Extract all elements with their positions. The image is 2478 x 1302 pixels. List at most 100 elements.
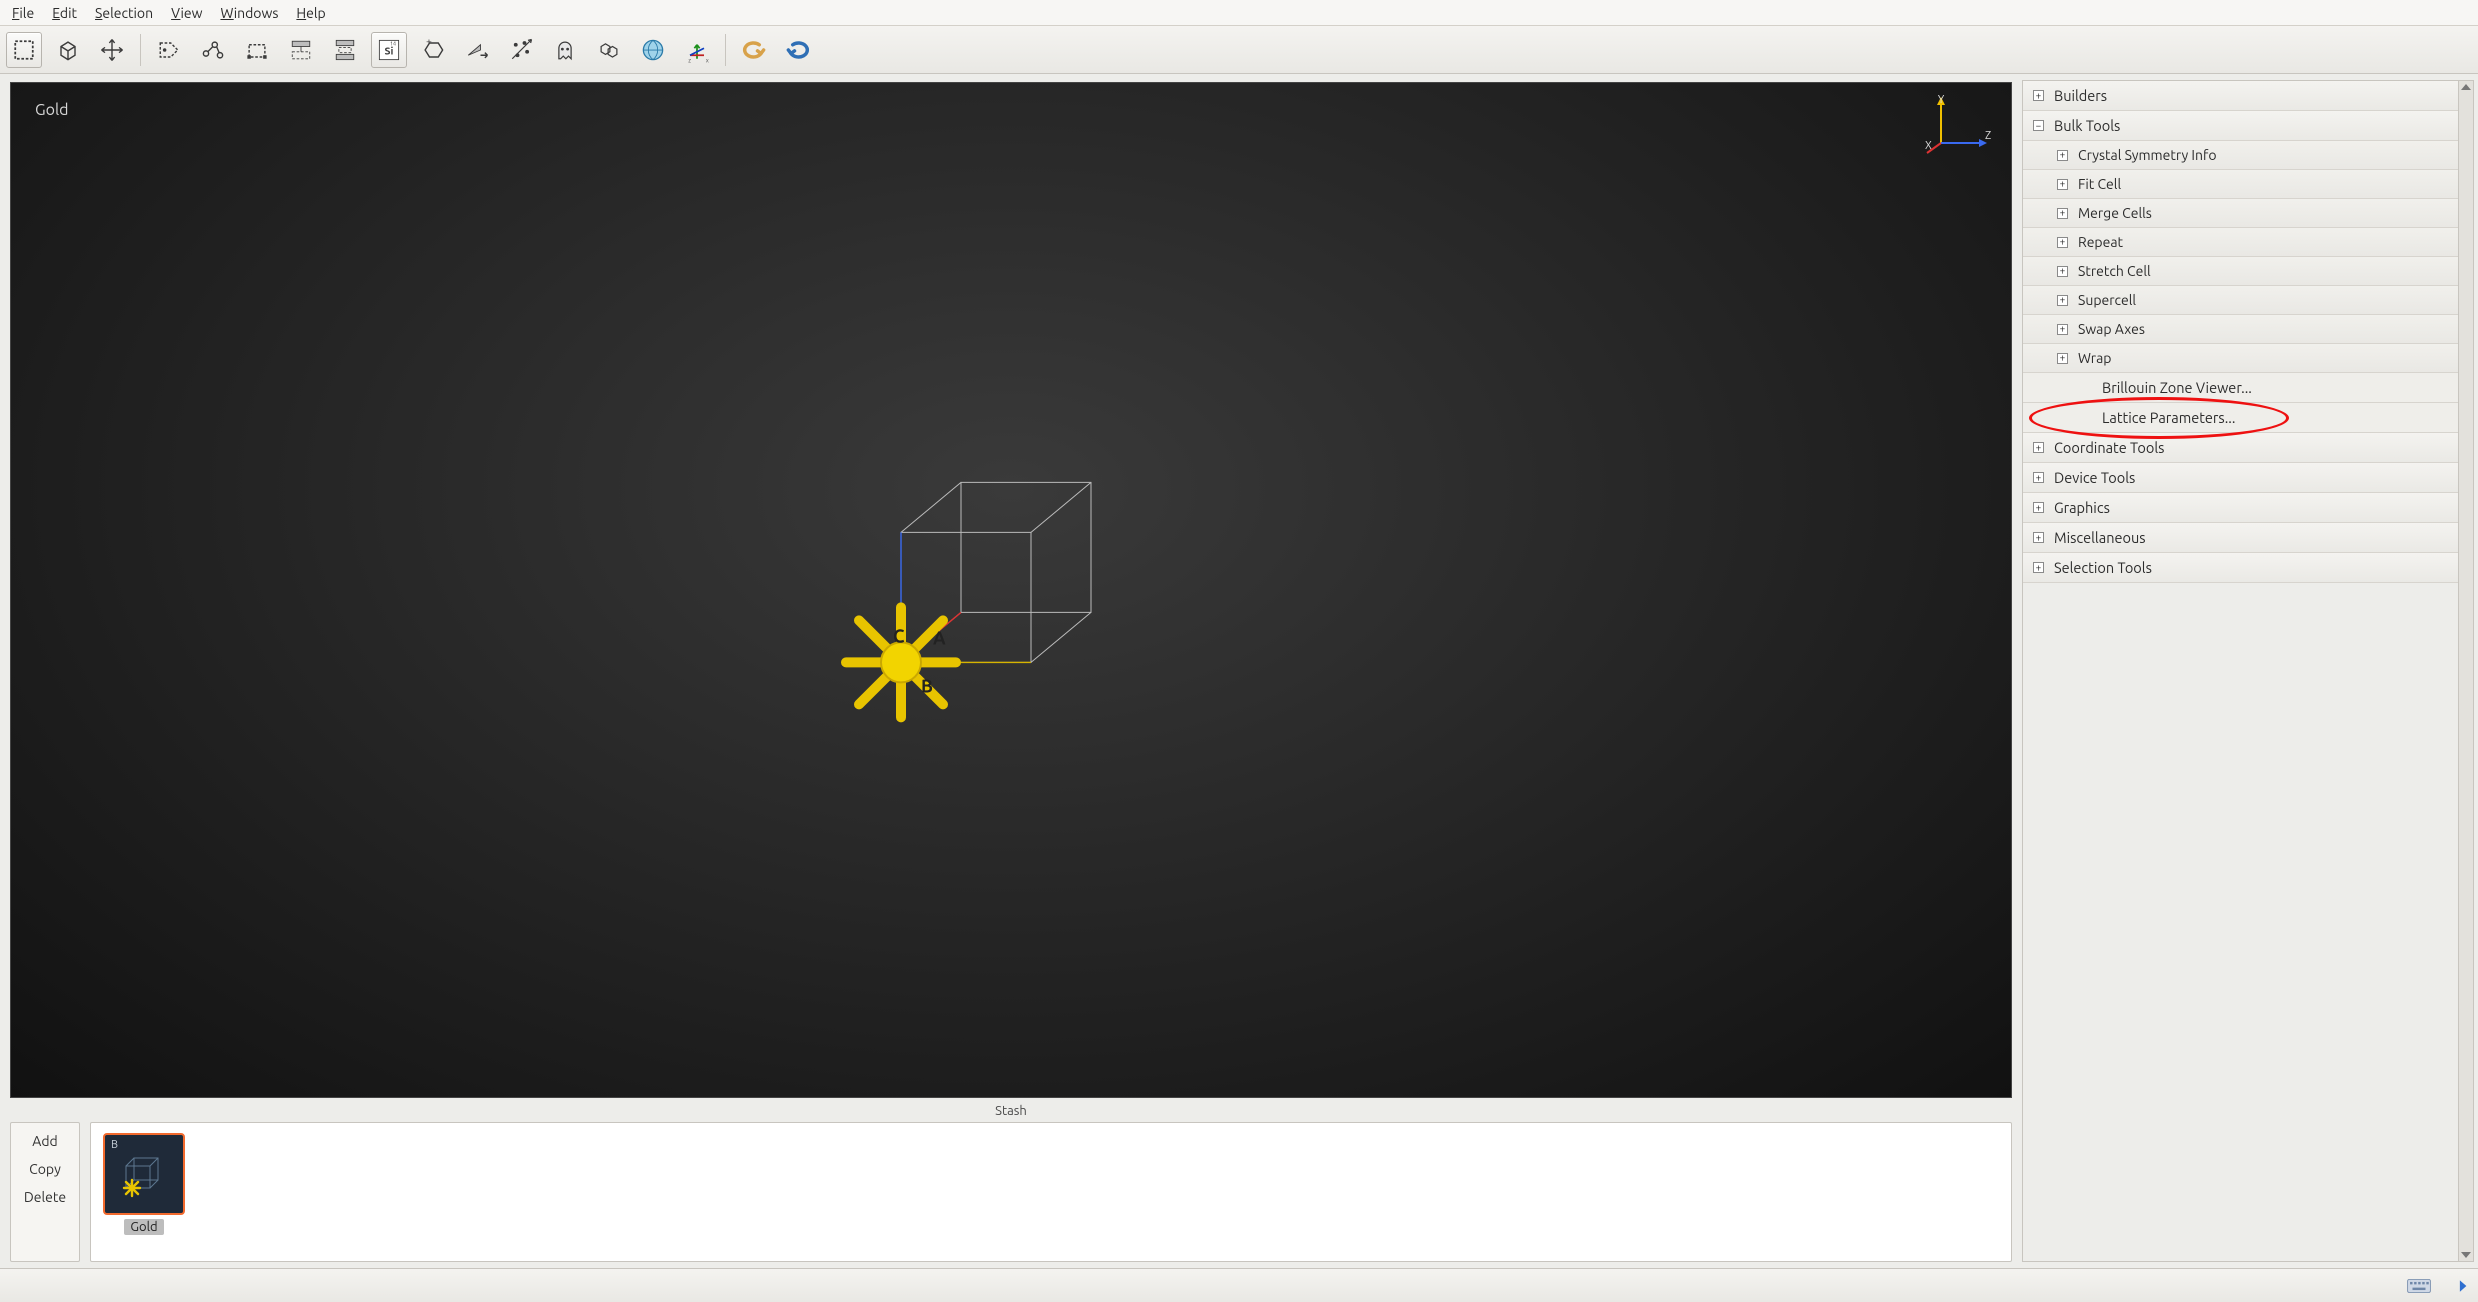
section-label: Coordinate Tools (2054, 439, 2164, 456)
menu-windows[interactable]: Windows (220, 5, 278, 21)
expand-icon[interactable]: + (2033, 532, 2044, 543)
sub-fit-cell[interactable]: + Fit Cell (2023, 170, 2458, 199)
stash-delete-button[interactable]: Delete (24, 1189, 66, 1205)
side-panel: + Builders − Bulk Tools + Crystal Symmet… (2022, 80, 2474, 1262)
section-builders[interactable]: + Builders (2023, 81, 2458, 111)
axis-gizmo: Y Z X (1921, 93, 1991, 163)
svg-text:B: B (921, 676, 933, 696)
globe-blue-button[interactable] (635, 32, 671, 68)
bond-graph-button[interactable] (195, 32, 231, 68)
expand-icon[interactable]: + (2057, 150, 2068, 161)
expand-icon[interactable]: + (2057, 237, 2068, 248)
surface-top-button[interactable] (283, 32, 319, 68)
statusbar (0, 1268, 2478, 1302)
expand-icon[interactable]: + (2057, 179, 2068, 190)
side-panel-scrollbar[interactable] (2458, 81, 2473, 1261)
crop-bounds-button[interactable] (239, 32, 275, 68)
item-label: Stretch Cell (2078, 263, 2151, 279)
hex-pair-button[interactable] (591, 32, 627, 68)
surface-both-button[interactable] (327, 32, 363, 68)
stash-item[interactable]: B (101, 1133, 187, 1235)
svg-text:14: 14 (390, 40, 396, 46)
expand-icon[interactable]: + (2057, 353, 2068, 364)
stash-add-button[interactable]: Add (32, 1133, 57, 1149)
tag-button[interactable] (151, 32, 187, 68)
keyboard-icon[interactable] (2406, 1275, 2432, 1297)
sub-repeat[interactable]: + Repeat (2023, 228, 2458, 257)
hex-plus-button[interactable]: + (415, 32, 451, 68)
axis-rotate-button[interactable]: zx (679, 32, 715, 68)
menu-help[interactable]: Help (296, 5, 325, 21)
section-selection-tools[interactable]: + Selection Tools (2023, 553, 2458, 583)
svg-text:Y: Y (1938, 94, 1945, 106)
ghost-button[interactable] (547, 32, 583, 68)
scatter-tool-button[interactable] (503, 32, 539, 68)
collapse-icon[interactable]: − (2033, 120, 2044, 131)
svg-text:X: X (1925, 140, 1932, 152)
main-area: Gold Y Z X (0, 74, 2478, 1268)
menu-selection[interactable]: Selection (95, 5, 153, 21)
item-label: Supercell (2078, 292, 2136, 308)
svg-text:A: A (933, 628, 946, 648)
menu-view[interactable]: View (171, 5, 202, 21)
sub-wrap[interactable]: + Wrap (2023, 344, 2458, 373)
menu-file[interactable]: File (12, 5, 34, 21)
move-button[interactable] (94, 32, 130, 68)
item-label: Wrap (2078, 350, 2111, 366)
sub-stretch-cell[interactable]: + Stretch Cell (2023, 257, 2458, 286)
item-label: Repeat (2078, 234, 2123, 250)
expand-icon[interactable]: + (2057, 208, 2068, 219)
stash-copy-button[interactable]: Copy (29, 1161, 61, 1177)
item-label: Crystal Symmetry Info (2078, 147, 2217, 163)
leaf-brillouin-zone-viewer[interactable]: + Brillouin Zone Viewer... (2023, 373, 2458, 403)
item-label: Fit Cell (2078, 176, 2121, 192)
expand-icon[interactable]: + (2033, 442, 2044, 453)
section-coordinate-tools[interactable]: + Coordinate Tools (2023, 433, 2458, 463)
expand-icon[interactable]: + (2057, 324, 2068, 335)
expand-icon[interactable]: + (2033, 472, 2044, 483)
redo-button[interactable] (780, 32, 816, 68)
expand-icon[interactable]: + (2033, 502, 2044, 513)
menu-edit[interactable]: Edit (52, 5, 77, 21)
stash-thumbnail[interactable]: B (103, 1133, 185, 1215)
section-bulk-tools[interactable]: − Bulk Tools (2023, 111, 2458, 141)
expand-icon[interactable]: + (2033, 90, 2044, 101)
viewport-label: Gold (35, 101, 69, 119)
section-device-tools[interactable]: + Device Tools (2023, 463, 2458, 493)
side-panel-tree: + Builders − Bulk Tools + Crystal Symmet… (2023, 81, 2458, 1261)
side-panel-container: + Builders − Bulk Tools + Crystal Symmet… (2018, 74, 2478, 1268)
sub-merge-cells[interactable]: + Merge Cells (2023, 199, 2458, 228)
section-label: Device Tools (2054, 469, 2135, 486)
item-label: Merge Cells (2078, 205, 2152, 221)
select-rect-button[interactable] (6, 32, 42, 68)
sub-crystal-symmetry-info[interactable]: + Crystal Symmetry Info (2023, 141, 2458, 170)
cube-button[interactable] (50, 32, 86, 68)
sub-supercell[interactable]: + Supercell (2023, 286, 2458, 315)
svg-text:+: + (426, 36, 432, 47)
expand-icon[interactable]: + (2033, 562, 2044, 573)
forward-arrow-icon[interactable] (2442, 1275, 2468, 1297)
menubar: File Edit Selection View Windows Help (0, 0, 2478, 26)
section-graphics[interactable]: + Graphics (2023, 493, 2458, 523)
expand-icon[interactable]: + (2057, 266, 2068, 277)
left-column: Gold Y Z X (0, 74, 2018, 1268)
undo-button[interactable] (736, 32, 772, 68)
leaf-lattice-parameters[interactable]: + Lattice Parameters... (2023, 403, 2458, 433)
item-label: Lattice Parameters... (2102, 409, 2235, 426)
stash-buttons: Add Copy Delete (10, 1122, 80, 1262)
section-label: Miscellaneous (2054, 529, 2146, 546)
svg-text:x: x (706, 57, 709, 64)
expand-icon[interactable]: + (2057, 295, 2068, 306)
periodic-si-button[interactable]: Si14 (371, 32, 407, 68)
wedge-arrow-button[interactable] (459, 32, 495, 68)
section-label: Graphics (2054, 499, 2110, 516)
sub-swap-axes[interactable]: + Swap Axes (2023, 315, 2458, 344)
stash-caption: Gold (124, 1219, 163, 1235)
stash-panel: Add Copy Delete B (10, 1122, 2012, 1262)
item-label: Swap Axes (2078, 321, 2145, 337)
viewport-scene: A B C (751, 392, 1271, 772)
viewport-3d[interactable]: Gold Y Z X (10, 82, 2012, 1098)
stash-canvas[interactable]: B (90, 1122, 2012, 1262)
svg-text:Z: Z (1985, 130, 1991, 142)
section-miscellaneous[interactable]: + Miscellaneous (2023, 523, 2458, 553)
